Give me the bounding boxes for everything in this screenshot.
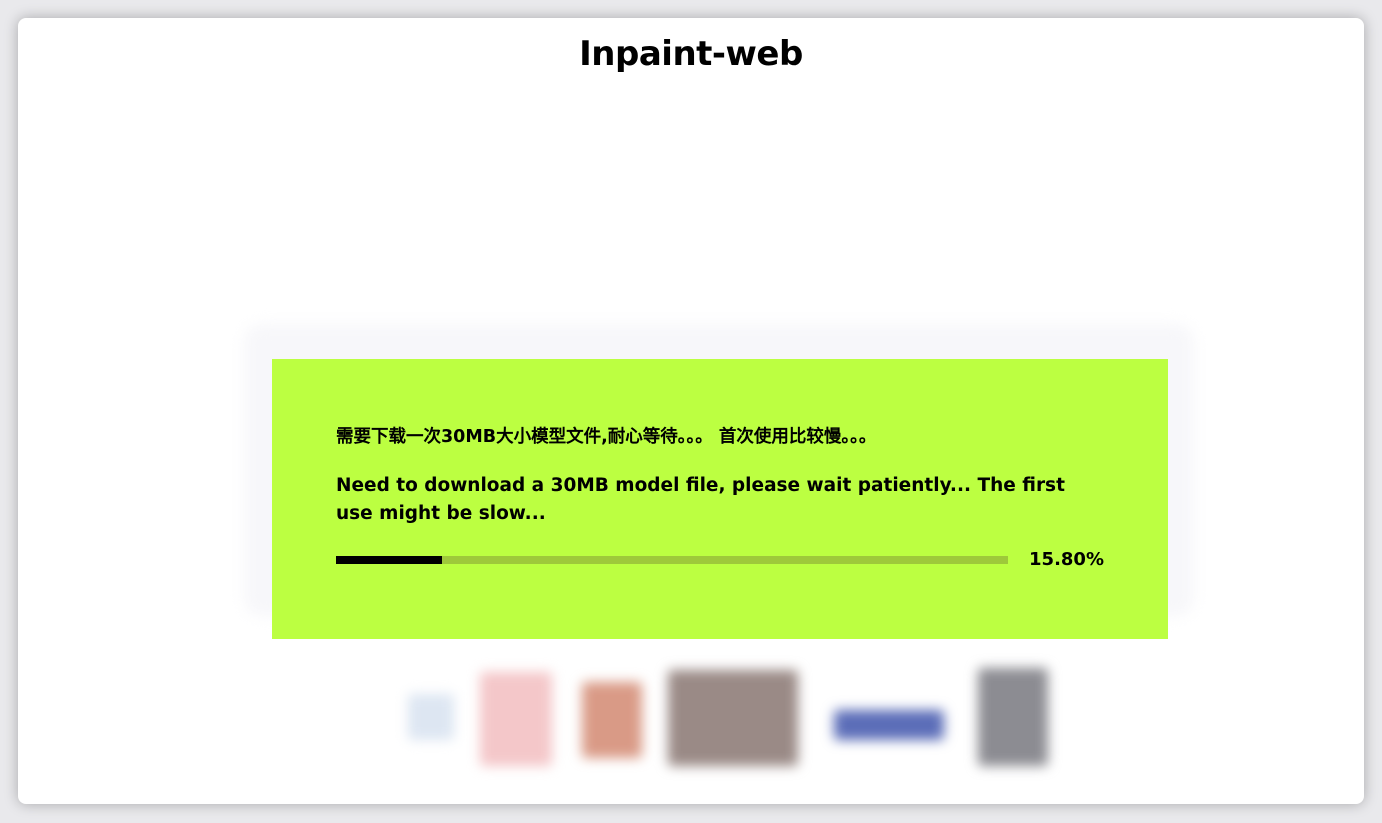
- download-progress: 15.80%: [336, 549, 1104, 573]
- app-window: Inpaint-web 需要下载一次30MB大小模型文件,耐心等待。。。 首次使…: [18, 18, 1364, 804]
- example-thumbnail[interactable]: [480, 672, 552, 766]
- example-thumbnail[interactable]: [978, 668, 1048, 766]
- progress-percentage: 15.80%: [1029, 549, 1104, 570]
- page-title: Inpaint-web: [579, 34, 803, 74]
- progress-bar-track: [336, 556, 1008, 564]
- example-thumbnail[interactable]: [408, 694, 454, 740]
- example-thumbnail[interactable]: [668, 670, 798, 766]
- example-thumbnail[interactable]: [834, 710, 944, 740]
- download-message-chinese: 需要下载一次30MB大小模型文件,耐心等待。。。 首次使用比较慢。。。: [336, 427, 877, 447]
- progress-bar-fill: [336, 556, 443, 564]
- download-message-english: Need to download a 30MB model file, plea…: [336, 475, 1065, 524]
- example-thumbnail[interactable]: [582, 682, 642, 758]
- example-images: [378, 646, 1078, 766]
- model-download-modal: 需要下载一次30MB大小模型文件,耐心等待。。。 首次使用比较慢。。。 Need…: [272, 359, 1168, 639]
